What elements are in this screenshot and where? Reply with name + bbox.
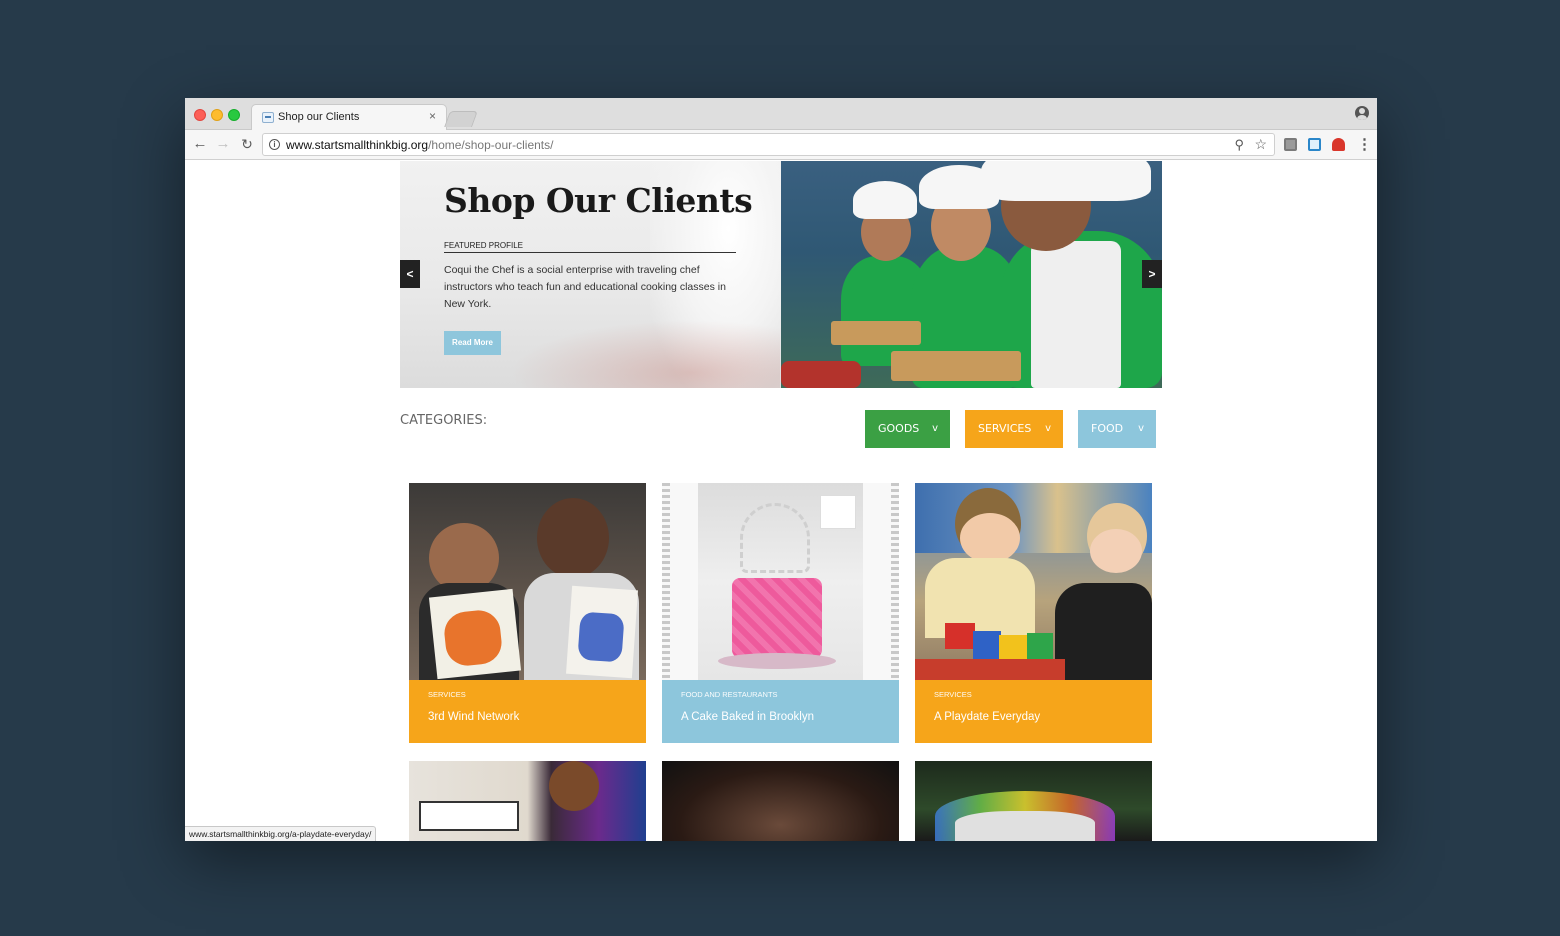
back-arrow-icon[interactable]: ← [192, 135, 208, 152]
food-dropdown[interactable]: FOOD v [1078, 410, 1156, 448]
goods-label: GOODS [878, 422, 920, 435]
client-image [662, 761, 899, 841]
slider-prev-button[interactable]: < [400, 260, 420, 288]
extension-icon[interactable] [1332, 138, 1345, 151]
info-icon[interactable]: i [269, 139, 280, 150]
star-icon[interactable]: ☆ [1254, 136, 1267, 153]
close-window-button[interactable] [194, 109, 206, 121]
card-footer: SERVICES A Playdate Everyday [915, 680, 1152, 743]
client-card[interactable]: SERVICES A Playdate Everyday [915, 483, 1152, 743]
client-card[interactable]: SERVICES 3rd Wind Network [409, 483, 646, 743]
card-category: SERVICES [428, 690, 466, 699]
tab-shop-our-clients[interactable]: Shop our Clients × [251, 104, 447, 130]
client-card[interactable]: FOOD AND RESTAURANTS A Cake Baked in Bro… [662, 483, 899, 743]
slider-next-button[interactable]: > [1142, 260, 1162, 288]
browser-window: Shop our Clients × ← → ↻ i www.startsmal… [185, 98, 1377, 841]
page-title: Shop Our Clients [444, 181, 753, 220]
services-dropdown[interactable]: SERVICES v [965, 410, 1063, 448]
services-label: SERVICES [978, 422, 1032, 435]
browser-toolbar: ← → ↻ i www.startsmallthinkbig.org/home/… [185, 130, 1377, 160]
hero-slider: Shop Our Clients FEATURED PROFILE Coqui … [400, 161, 1162, 388]
favicon-icon [262, 112, 274, 123]
tab-title: Shop our Clients [278, 111, 360, 123]
hero-image [781, 161, 1162, 388]
tab-strip: Shop our Clients × [185, 98, 1377, 130]
card-category: FOOD AND RESTAURANTS [681, 690, 778, 699]
card-title[interactable]: A Cake Baked in Brooklyn [681, 711, 814, 723]
food-label: FOOD [1091, 422, 1124, 435]
extension-icon[interactable] [1308, 138, 1321, 151]
url-text[interactable]: www.startsmallthinkbig.org/home/shop-our… [286, 138, 553, 152]
client-image [915, 761, 1152, 841]
hero-description: Coqui the Chef is a social enterprise wi… [444, 264, 726, 310]
tab-close-icon[interactable]: × [429, 109, 436, 123]
menu-icon[interactable]: ⋮ [1357, 135, 1372, 153]
status-bar: www.startsmallthinkbig.org/a-playdate-ev… [185, 826, 377, 841]
goods-dropdown[interactable]: GOODS v [865, 410, 950, 448]
search-icon[interactable]: ⚲ [1234, 137, 1244, 153]
extension-icon[interactable] [1284, 138, 1297, 151]
featured-profile-label: FEATURED PROFILE [444, 241, 736, 253]
chevron-down-icon: v [1045, 423, 1051, 434]
address-bar[interactable]: i www.startsmallthinkbig.org/home/shop-o… [262, 133, 1275, 156]
profile-icon[interactable] [1355, 106, 1369, 120]
maximize-window-button[interactable] [228, 109, 240, 121]
card-category: SERVICES [934, 690, 972, 699]
chevron-down-icon: v [1138, 423, 1144, 434]
client-image [409, 483, 646, 680]
client-image [662, 483, 899, 680]
new-tab-button[interactable] [444, 111, 478, 127]
read-more-button[interactable]: Read More [444, 331, 501, 355]
client-card[interactable] [409, 761, 646, 841]
minimize-window-button[interactable] [211, 109, 223, 121]
card-title[interactable]: A Playdate Everyday [934, 711, 1040, 723]
card-footer: SERVICES 3rd Wind Network [409, 680, 646, 743]
categories-label: CATEGORIES: [400, 413, 488, 428]
page-viewport: Shop Our Clients FEATURED PROFILE Coqui … [185, 161, 1377, 841]
chevron-down-icon: v [932, 423, 938, 434]
client-card[interactable] [662, 761, 899, 841]
card-footer: FOOD AND RESTAURANTS A Cake Baked in Bro… [662, 680, 899, 743]
client-card[interactable] [915, 761, 1152, 841]
card-title[interactable]: 3rd Wind Network [428, 711, 519, 723]
client-image [915, 483, 1152, 680]
forward-arrow-icon[interactable]: → [215, 135, 231, 152]
reload-icon[interactable]: ↻ [239, 136, 255, 153]
hero-text-panel: Shop Our Clients FEATURED PROFILE Coqui … [400, 161, 781, 388]
client-image [409, 761, 646, 841]
